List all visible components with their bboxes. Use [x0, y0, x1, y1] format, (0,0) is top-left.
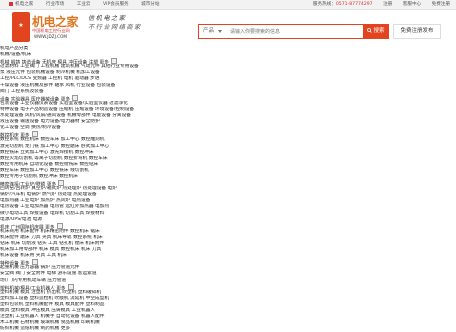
expand-icon: [31, 259, 38, 266]
category-row-text[interactable]: 回转窑/回转炉 真空炉/箱式炉 热处理炉 热处理设备 电炉: [0, 186, 117, 191]
service-center-link[interactable]: 客服中心: [403, 2, 421, 7]
search-input[interactable]: [230, 26, 356, 37]
category-row-text[interactable]: 纺织机械 造纸机械 制药机械 更多: [0, 326, 70, 331]
category-row-text[interactable]: 数控火焰切割机 等离子切割机 数控折弯机 数控车床: [0, 156, 108, 161]
category-row-text[interactable]: 数控铣床 立式加工中心 激光焊接机 数控冲床: [0, 150, 94, 155]
category-row-text[interactable]: 电加热器 工业电炉 加热炉 热风炉 电热设备: [0, 198, 90, 203]
slogan-line-2: 不行业网络商家: [88, 24, 142, 31]
category-row-text[interactable]: 木工机械 石材机械 玻璃机械 食品机械 印刷机械: [0, 320, 100, 325]
category-row-text[interactable]: 电热设备 工业电加热器 电热管 远红外加热器 电加热: [0, 204, 109, 209]
top-bar: 机电之家 行业市场 工业云 VIP会员服务 城市分站 服务热线：0571-877…: [0, 0, 456, 10]
category-row-text[interactable]: 泵 液压元件 包装机械设备 制冷机械 机加工设备: [0, 70, 100, 75]
top-nav-home[interactable]: 机电之家: [9, 1, 33, 7]
category-row-text[interactable]: 数控专用于切割机 数控冲床 数控机床: [0, 174, 78, 179]
search-button[interactable]: 搜索: [363, 24, 389, 39]
category-row-text[interactable]: 包装设备 工业仪器仪表设备 实验室设备/实验室仪器 过滤净化: [0, 101, 128, 106]
top-nav: 机电之家 行业市场 工业云 VIP会员服务 城市分站: [9, 0, 171, 9]
category-row-text[interactable]: 塑料机械 模具 注塑机 挤出机 吹塑机 塑料破碎机: [0, 290, 101, 295]
category-row-text[interactable]: 数控车床 数控加工中心 数控铣床 线切割机: [0, 168, 89, 173]
category-row-text[interactable]: 锅炉/汽车机 电锅炉 燃气炉 热处理 热处理设备: [0, 192, 97, 197]
expand-icon: [72, 94, 79, 101]
category-row-text[interactable]: 微小电动工具 焊接设备 电焊机 切割工具 焊接材料: [0, 211, 104, 216]
category-row-text[interactable]: 过滤材料 工业阀门 工程机械 建筑机械 气动元件 其他行业专用设备: [0, 64, 139, 69]
search-bar: 产品 搜索: [198, 24, 389, 39]
hotline-number: 0571-87774297: [335, 2, 373, 7]
top-nav-city[interactable]: 城市分站: [141, 2, 159, 7]
category-row[interactable]: 纺织机械 造纸机械 制药机械 更多: [0, 326, 456, 332]
top-nav-market[interactable]: 行业市场: [46, 2, 64, 7]
category-row-text[interactable]: 安全阀 阀门 安全附件 电梯 游乐设施 客运索道: [0, 271, 97, 276]
chevron-down-icon[interactable]: [218, 30, 222, 33]
expand-icon: [56, 222, 63, 229]
category-row-text[interactable]: 塑料包装机 塑料机械配件 模具 模具配件 塑料制品: [0, 302, 104, 307]
category-row-text[interactable]: 液压设备 输送设备 电力设备/电力器材 安全防护: [0, 119, 100, 124]
search-icon: [367, 28, 373, 33]
register-link[interactable]: 注册: [383, 2, 392, 7]
search-button-label: 搜索: [373, 28, 385, 34]
category-row-text[interactable]: 水处理设备 风机/风扇/通风设备 机械零部件 电能设备 分离设备: [0, 113, 131, 118]
category-row-text[interactable]: 场(厂)内专用机动车辆 压力管道: [0, 278, 66, 283]
slogan: 信机电之家 不行业网络商家: [88, 14, 142, 32]
hotline-label: 服务热线：: [312, 2, 336, 7]
expand-icon: [67, 283, 74, 290]
category-row-text[interactable]: 数控系统 数控机床 数控车床 加工中心 数控雕刻机: [0, 137, 104, 142]
category-row-text[interactable]: 机床设备 机床用 夹具 工具 机床: [0, 253, 67, 258]
header: ★ 机电之家 中国机电工控行业网 WWW.JDZJ.COM 信机电之家 不行业网…: [0, 10, 456, 50]
category-row-text[interactable]: 数控专用机床 自动化设备 数控镗铣床 数控钻床: [0, 162, 98, 167]
category-row-text[interactable]: 塑料加工设备 塑料造粒机 吹膜机 流延机 中空成型机: [0, 296, 109, 301]
top-right: 服务热线：0571-87774297 注册 客服中心 免费注册: [313, 0, 450, 9]
category-row-text[interactable]: 机床配件 磨床 刀具 夹具 机床导轨 数控系统 机床: [0, 235, 103, 240]
category-row-text[interactable]: 模具 塑料模具 冲压模具 压铸模具 工业机器人: [0, 308, 95, 313]
expand-icon: [58, 180, 65, 187]
free-register-link[interactable]: 免费注册: [432, 2, 450, 7]
top-nav-cloud[interactable]: 工业云: [77, 2, 91, 7]
category-row-text[interactable]: 干燥设备 液压机械及部件 轴承 风机 行业设备 包装设备: [0, 83, 115, 88]
expand-icon: [31, 131, 38, 138]
top-nav-vip[interactable]: VIP会员服务: [103, 2, 129, 7]
home-icon: [9, 1, 13, 6]
category-row-text[interactable]: 钻床 机床 切削液 钻头 工具 钻孔机 镗床 机床附件: [0, 241, 104, 246]
category-row-text[interactable]: 工控/PLC/DCS 变频器 工控机 电机 驱动器 步进: [0, 76, 100, 81]
site-logo[interactable]: ★ 机电之家 中国机电工控行业网 WWW.JDZJ.COM: [12, 12, 80, 42]
category-row-text[interactable]: 机床加工用零部件 机床 模具 数控机床 机床 刀具: [0, 247, 101, 252]
logo-badge: ★: [12, 12, 30, 42]
logo-url: WWW.JDZJ.COM: [34, 34, 67, 39]
slogan-line-1: 信机电之家: [88, 15, 127, 22]
category-list: 机电产品分类 机械/设备/机床 机械 锻铸 铸造设备 无机床 模具 冲压设备 注塑 …: [0, 46, 456, 332]
category-row-text[interactable]: 注塑机 工业机器人 机械手 自动化设备 机器人配件: [0, 314, 104, 319]
category-row-text[interactable]: 特种设备 电子产品制造设备 压缩机 压缩设备 环境设备/控制设备: [0, 107, 134, 112]
category-row-text[interactable]: 起重机械 压力容器 锅炉 压力管道元件: [0, 265, 79, 270]
category-row-text[interactable]: 机床商用 机床配件 机床精密附件 数控机床 锯床: [0, 229, 100, 234]
publish-button[interactable]: 免费注册发布: [393, 24, 441, 39]
expand-icon: [110, 58, 117, 65]
category-row-text[interactable]: 电源/UPS/电池 电源: [0, 217, 42, 222]
category-row-text[interactable]: 机械/设备/机床: [0, 52, 31, 57]
category-row-text[interactable]: 激光切割机 龙门铣 加工中心 数控磨床 卧式加工中心: [0, 144, 109, 149]
category-row-text[interactable]: 化工设备 空调 换热/制冷设备: [0, 125, 61, 130]
category-row-text[interactable]: 机电产品分类: [0, 46, 28, 51]
search-category-select[interactable]: 产品: [203, 25, 214, 38]
category-row-text[interactable]: 阀门 工控系统及装备: [0, 89, 44, 94]
